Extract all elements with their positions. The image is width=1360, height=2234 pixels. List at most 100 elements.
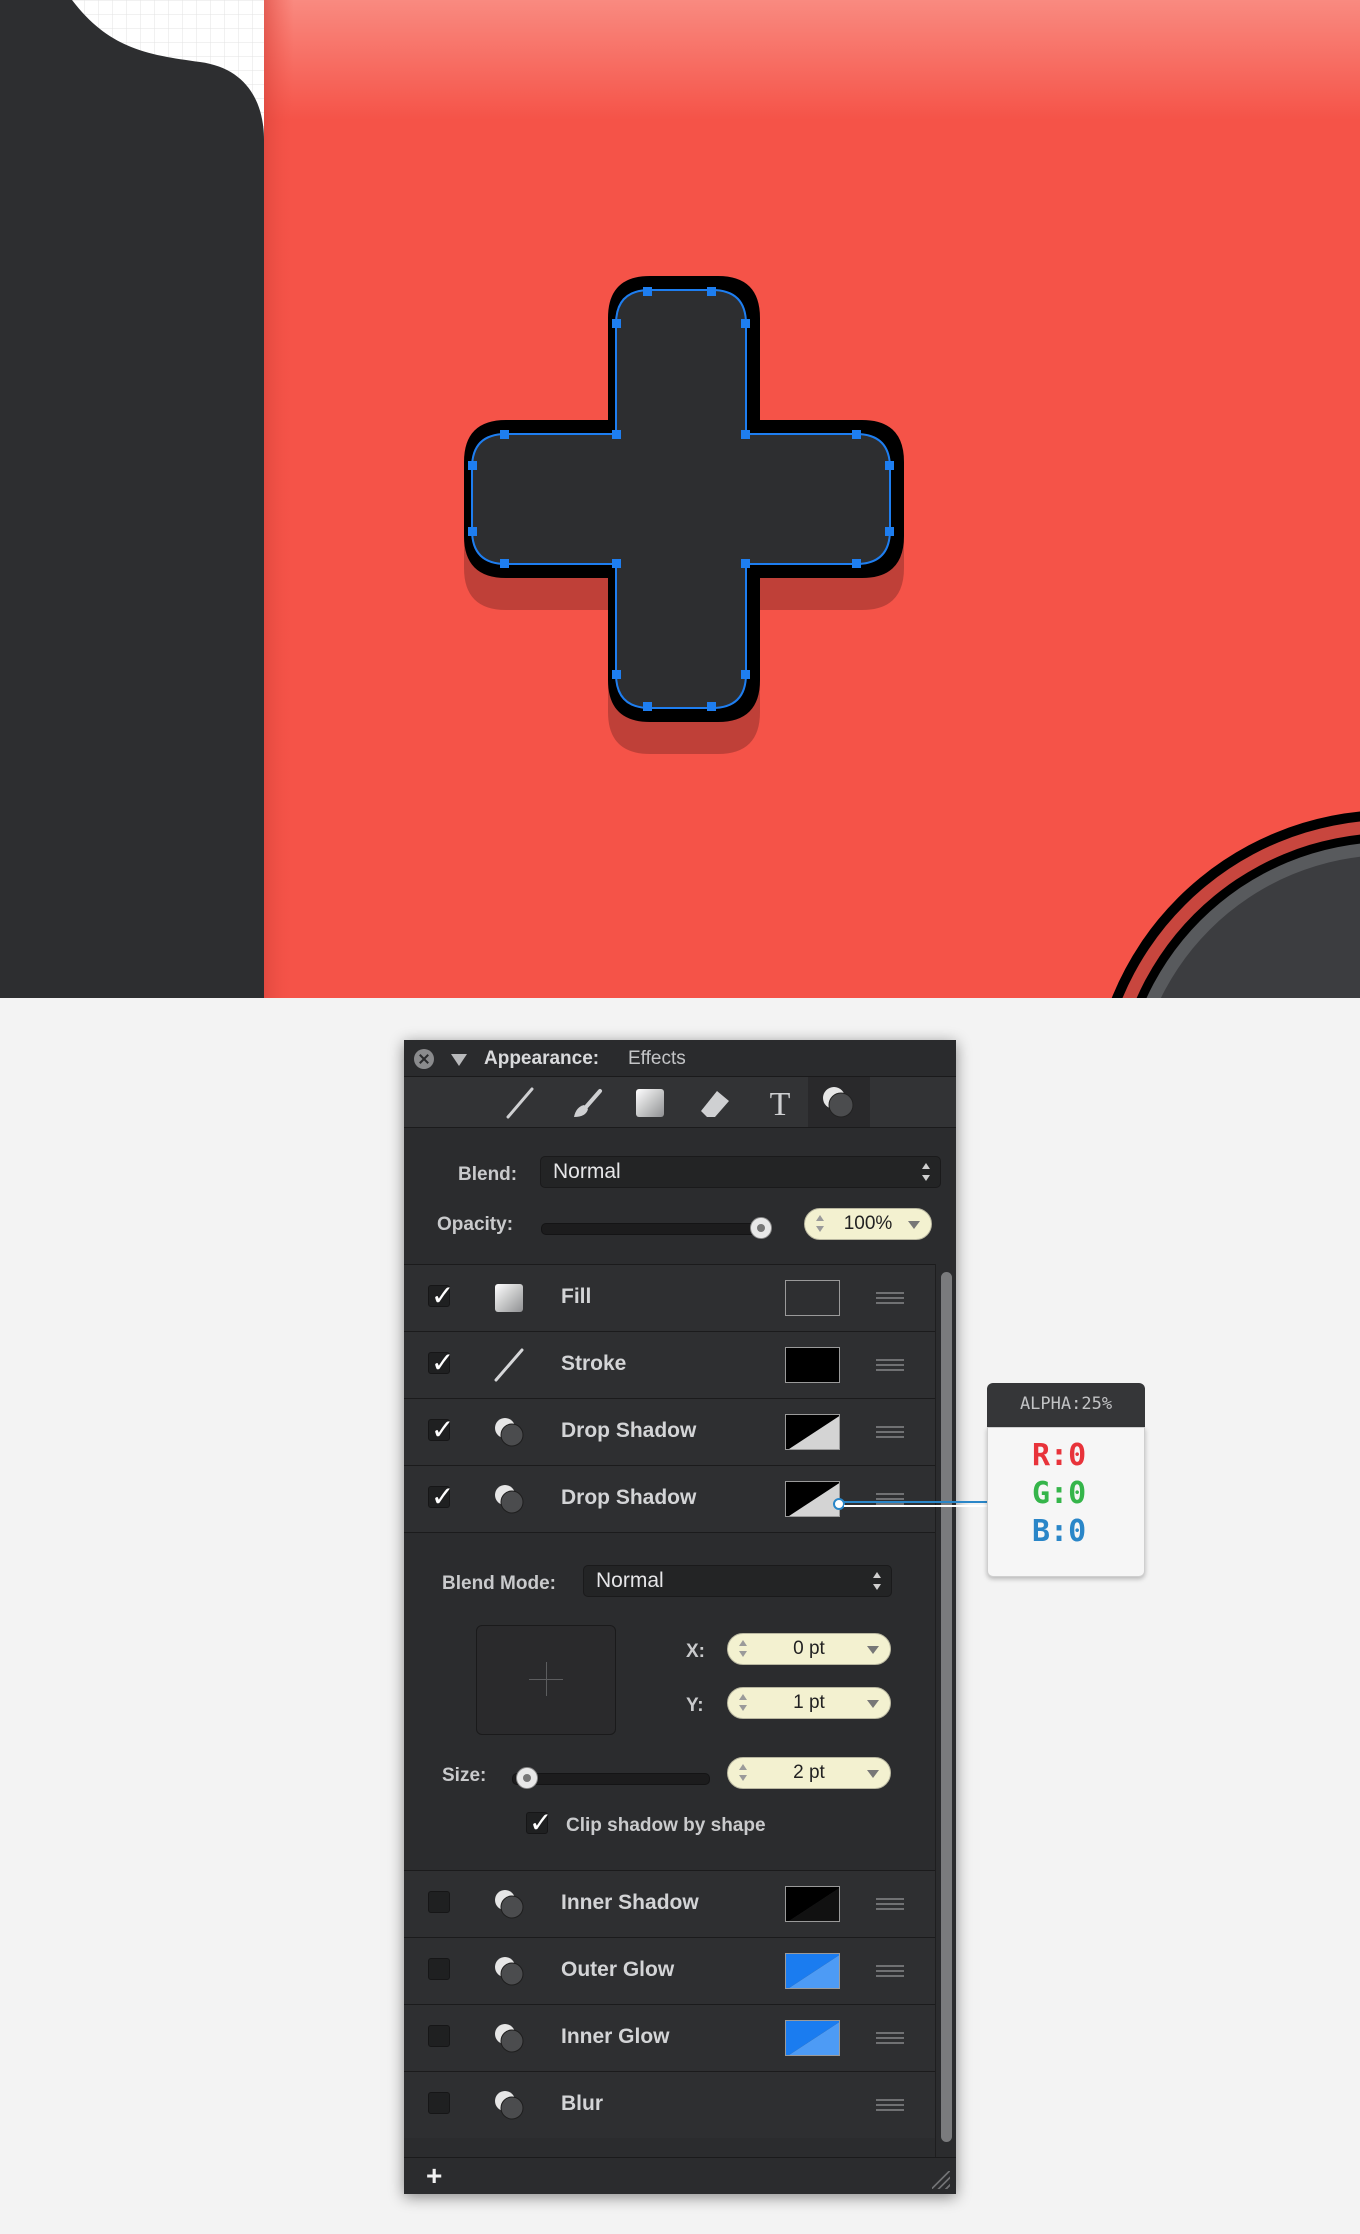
inner-glow-color-swatch[interactable] — [785, 2020, 840, 2056]
effects-tool-icon[interactable] — [808, 1077, 870, 1127]
size-label: Size: — [442, 1765, 487, 1786]
drag-handle-icon[interactable] — [876, 1898, 904, 1910]
eraser-tool-icon[interactable] — [695, 1083, 735, 1123]
shadow-icon — [495, 1418, 524, 1447]
stepper-down-icon[interactable] — [739, 1651, 747, 1657]
effect-name: Blur — [561, 2092, 603, 2115]
clip-shadow-label: Clip shadow by shape — [566, 1815, 766, 1836]
size-slider[interactable] — [512, 1773, 710, 1785]
drag-handle-icon[interactable] — [876, 2099, 904, 2111]
effect-name: Drop Shadow — [561, 1486, 697, 1509]
drag-handle-icon[interactable] — [876, 1965, 904, 1977]
panel-subtitle: Effects — [628, 1048, 686, 1069]
tool-row: T — [404, 1077, 956, 1128]
brush-tool-icon[interactable] — [566, 1083, 606, 1123]
stepper-up-icon[interactable] — [739, 1640, 747, 1646]
effect-row-blur[interactable]: Blur — [404, 2071, 935, 2138]
opacity-stepper[interactable]: 100% — [804, 1208, 932, 1240]
opacity-slider[interactable] — [541, 1223, 770, 1235]
panel-titlebar: Appearance: Effects — [404, 1040, 956, 1077]
fill-tool-icon[interactable] — [630, 1083, 670, 1123]
fill-square-icon — [495, 1284, 523, 1312]
effect-name: Inner Glow — [561, 2025, 670, 2048]
drag-handle-icon[interactable] — [876, 2032, 904, 2044]
blend-select-value: Normal — [553, 1160, 621, 1183]
stepper-menu-icon[interactable] — [867, 1646, 879, 1654]
shadow-icon — [495, 1957, 524, 1986]
effect-row-inner-glow[interactable]: Inner Glow — [404, 2004, 935, 2071]
inner-shadow-color-swatch[interactable] — [785, 1886, 840, 1922]
scrollbar-thumb[interactable] — [941, 1272, 952, 2142]
stepper-menu-icon[interactable] — [867, 1700, 879, 1708]
panel-bottom-bar: + — [404, 2157, 956, 2194]
tooltip-body: R:0 G:0 B:0 — [987, 1427, 1145, 1577]
drag-handle-icon[interactable] — [876, 1292, 904, 1304]
effect-row-fill[interactable]: ✓ Fill — [404, 1264, 935, 1331]
x-offset-stepper[interactable]: 0 pt — [727, 1633, 891, 1665]
blend-select[interactable]: Normal — [540, 1156, 941, 1188]
stepper-down-icon[interactable] — [816, 1226, 824, 1232]
outer-glow-checkbox[interactable] — [428, 1958, 450, 1980]
stepper-down-icon[interactable] — [739, 1775, 747, 1781]
inner-glow-checkbox[interactable] — [428, 2025, 450, 2047]
resize-grip-icon[interactable] — [932, 2171, 950, 2189]
effects-scrollbar[interactable] — [935, 1264, 956, 2159]
stepper-up-icon[interactable] — [739, 1694, 747, 1700]
shadow-icon — [495, 2024, 524, 2053]
tooltip-header: ALPHA:25% — [987, 1383, 1145, 1427]
alpha-value: ALPHA:25% — [1019, 1394, 1113, 1414]
y-offset-stepper[interactable]: 1 pt — [727, 1687, 891, 1719]
appearance-panel: Appearance: Effects T Blend: Normal Opac… — [404, 1040, 956, 2194]
size-slider-knob[interactable] — [516, 1767, 538, 1789]
effect-name: Fill — [561, 1285, 592, 1308]
stepper-up-icon[interactable] — [816, 1215, 824, 1221]
stepper-menu-icon[interactable] — [908, 1221, 920, 1229]
tooltip-connector — [833, 1498, 990, 1510]
effect-row-drop-shadow-1[interactable]: ✓ Drop Shadow — [404, 1398, 935, 1465]
outer-glow-color-swatch[interactable] — [785, 1953, 840, 1989]
stroke-checkbox[interactable]: ✓ — [428, 1346, 454, 1379]
fill-checkbox[interactable]: ✓ — [428, 1279, 454, 1312]
effect-row-stroke[interactable]: ✓ Stroke — [404, 1331, 935, 1398]
add-effect-button[interactable]: + — [426, 2160, 442, 2192]
close-icon[interactable] — [414, 1049, 434, 1069]
size-value: 2 pt — [793, 1762, 825, 1783]
drag-handle-icon[interactable] — [876, 1359, 904, 1371]
stroke-tool-icon[interactable] — [500, 1083, 540, 1123]
fill-color-swatch[interactable] — [785, 1280, 840, 1316]
shadow-icon — [495, 1485, 524, 1514]
design-canvas[interactable] — [0, 0, 1360, 998]
effect-row-outer-glow[interactable]: Outer Glow — [404, 1937, 935, 2004]
blue-value: B:0 — [1032, 1514, 1087, 1549]
x-offset-value: 0 pt — [793, 1638, 825, 1659]
clip-shadow-checkbox[interactable]: ✓ — [526, 1806, 552, 1839]
dark-side-shape — [0, 0, 264, 998]
size-stepper[interactable]: 2 pt — [727, 1757, 891, 1789]
blur-checkbox[interactable] — [428, 2092, 450, 2114]
drop-shadow-2-checkbox[interactable]: ✓ — [428, 1480, 454, 1513]
drop-shadow-1-checkbox[interactable]: ✓ — [428, 1413, 454, 1446]
disclosure-triangle-icon[interactable] — [451, 1054, 467, 1066]
x-label: X: — [686, 1641, 705, 1662]
effect-name: Outer Glow — [561, 1958, 675, 1981]
blend-mode-select[interactable]: Normal — [583, 1565, 892, 1597]
text-tool-icon[interactable]: T — [760, 1083, 800, 1123]
blend-mode-label: Blend Mode: — [442, 1573, 556, 1594]
shadow-icon — [495, 1890, 524, 1919]
y-label: Y: — [686, 1695, 704, 1716]
effect-name: Stroke — [561, 1352, 627, 1375]
stepper-down-icon[interactable] — [739, 1705, 747, 1711]
inner-shadow-checkbox[interactable] — [428, 1891, 450, 1913]
stepper-up-icon[interactable] — [739, 1764, 747, 1770]
offset-pad[interactable] — [476, 1625, 616, 1735]
svg-text:T: T — [770, 1086, 791, 1123]
panel-title: Appearance: — [484, 1048, 600, 1069]
drag-handle-icon[interactable] — [876, 1426, 904, 1438]
effect-row-inner-shadow[interactable]: Inner Shadow — [404, 1870, 935, 1937]
opacity-slider-knob[interactable] — [750, 1217, 772, 1239]
stepper-menu-icon[interactable] — [867, 1770, 879, 1778]
green-value: G:0 — [1032, 1476, 1087, 1511]
drop-shadow-1-color-swatch[interactable] — [785, 1414, 840, 1450]
blend-mode-value: Normal — [596, 1569, 664, 1592]
stroke-color-swatch[interactable] — [785, 1347, 840, 1383]
